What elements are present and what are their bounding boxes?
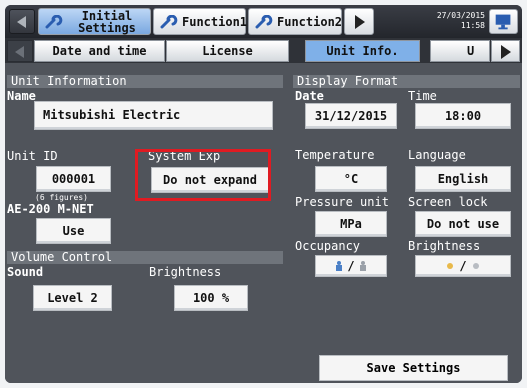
dim-icon [472,263,479,269]
save-settings-button[interactable]: Save Settings [319,355,508,381]
tab-label-line2: Settings [78,21,136,35]
brightness-icons: / [445,256,480,276]
subtab-partial[interactable]: U [430,40,490,62]
unit-id-label: Unit ID [7,149,58,163]
volume-control-header: Volume Control [7,251,283,264]
tab-function2[interactable]: Function2 [248,8,342,35]
sound-label: Sound [7,265,44,279]
device-frame: Initial Settings Function1 Function2 27/… [0,0,527,388]
volume-brightness-label: Brightness [149,265,222,279]
tab-function1-label: Function1 [182,15,248,29]
language-label: Language [408,148,466,162]
tab-scroll-left-button[interactable] [9,9,35,34]
right-arrow-icon [501,45,511,59]
screen-lock-label: Screen lock [408,195,488,209]
mnet-button[interactable]: Use [36,218,111,244]
bright-icon [447,263,454,269]
subtab-date-and-time[interactable]: Date and time [34,40,165,62]
clock-time: 11:58 [460,21,485,30]
time-format-label: Time [408,89,437,103]
tab-scroll-right-button[interactable] [344,8,374,35]
display-brightness-button[interactable]: / [415,255,511,277]
unoccupied-person-icon [359,261,366,271]
occupancy-button[interactable]: / [315,255,387,277]
date-format-label: Date [295,89,324,103]
unit-id-hint: (6 figures) [35,193,88,202]
temperature-button[interactable]: °C [315,166,387,192]
sub-tab-bar: Date and time License Unit Info. U [5,40,522,62]
clock-date: 27/03/2015 [436,11,485,20]
monitor-icon [495,14,511,30]
pressure-unit-button[interactable]: MPa [315,211,387,237]
wrench-icon [160,15,178,29]
controller-screen: Initial Settings Function1 Function2 27/… [5,5,522,383]
wrench-icon [255,15,273,29]
subtab-scroll-left-button[interactable] [7,40,33,62]
monitor-button[interactable] [489,9,518,34]
volume-brightness-button[interactable]: 100 % [174,285,248,311]
date-format-button[interactable]: 31/12/2015 [305,103,397,129]
settings-panel: Unit Information Name Mitsubishi Electri… [5,63,522,383]
name-field[interactable]: Mitsubishi Electric [34,101,273,130]
screen-lock-button[interactable]: Do not use [415,211,511,237]
top-tab-bar: Initial Settings Function1 Function2 27/… [5,5,522,38]
tab-function1[interactable]: Function1 [153,8,248,35]
display-brightness-label: Brightness [408,239,481,253]
left-arrow-icon [15,46,24,58]
left-arrow-icon [17,16,26,28]
subtab-scroll-right-button[interactable] [491,40,520,62]
occupancy-label: Occupancy [295,239,361,253]
unit-id-field[interactable]: 000001 [36,166,111,192]
tab-function2-label: Function2 [277,15,343,29]
name-label: Name [7,89,36,103]
tab-initial-settings-label: Initial Settings [63,10,151,34]
occupancy-icons: / [335,256,366,276]
wrench-icon [45,15,63,29]
unit-information-header: Unit Information [7,75,283,88]
pressure-unit-label: Pressure unit [295,195,389,209]
occupied-person-icon [336,261,343,271]
system-exp-highlight [135,149,271,201]
temperature-label: Temperature [295,148,375,162]
right-arrow-icon [355,15,365,29]
subtab-unit-info[interactable]: Unit Info. [305,40,420,62]
time-format-button[interactable]: 18:00 [415,103,511,129]
sound-button[interactable]: Level 2 [33,285,112,311]
display-format-header: Display Format [293,75,520,88]
subtab-license[interactable]: License [166,40,289,62]
language-button[interactable]: English [415,166,511,192]
clock-display: 27/03/2015 11:58 [433,11,485,31]
tab-initial-settings[interactable]: Initial Settings [38,8,151,35]
mnet-label: AE-200 M-NET [7,202,94,216]
